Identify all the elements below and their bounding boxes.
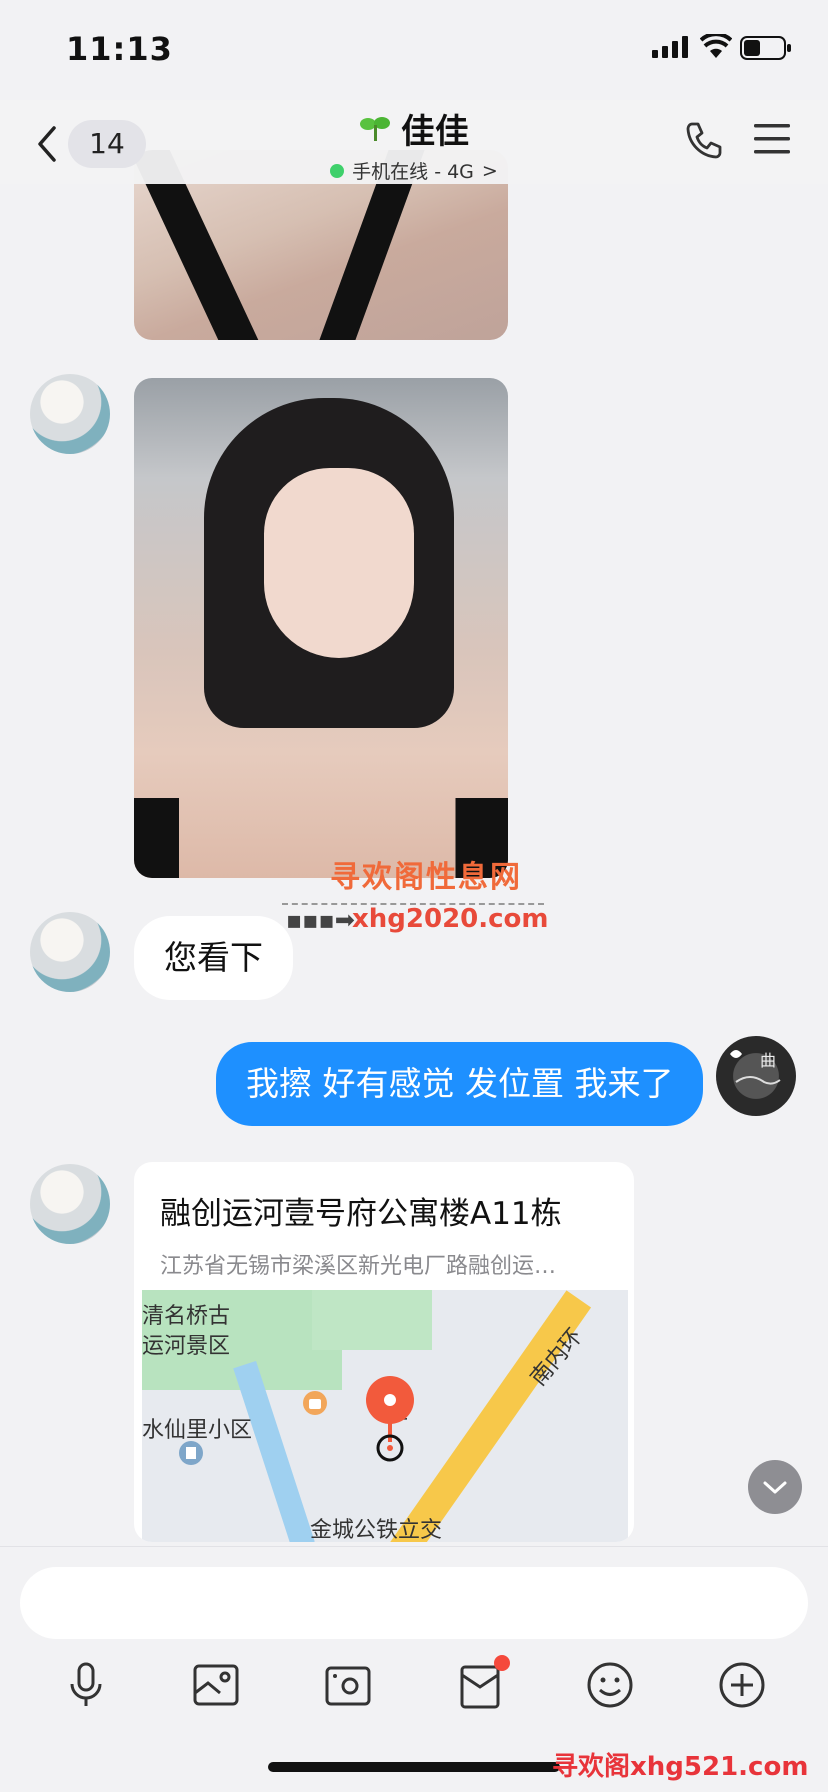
message-input[interactable] xyxy=(20,1567,808,1639)
map-label: 金城公铁立交 xyxy=(310,1518,443,1542)
map-pin-icon xyxy=(366,1376,414,1462)
contact-name: 佳佳 xyxy=(401,112,469,152)
camera-icon xyxy=(325,1666,371,1706)
contact-avatar[interactable] xyxy=(30,374,110,454)
my-avatar[interactable]: 曲 xyxy=(716,1036,796,1116)
shop-icon xyxy=(303,1391,327,1415)
battery-icon xyxy=(740,36,791,60)
wifi-icon xyxy=(700,34,732,58)
notification-dot xyxy=(494,1655,510,1671)
map-label: 运河景区 xyxy=(142,1334,231,1359)
chat-title[interactable]: 佳佳 手机在线 - 4G > xyxy=(250,104,578,184)
message-bubble-incoming[interactable]: 您看下 xyxy=(134,916,293,1000)
back-button[interactable]: 14 xyxy=(30,120,146,170)
chevron-right-icon: > xyxy=(481,159,498,182)
watermark-url: xhg2020.com xyxy=(352,904,549,934)
more-button[interactable] xyxy=(712,1655,772,1715)
arrow-right-icon: ▪▪▪➡ xyxy=(286,906,355,934)
unread-count-badge: 14 xyxy=(68,120,146,168)
watermark-title: 寻欢阁性息网 xyxy=(330,860,522,895)
emoji-icon xyxy=(587,1662,633,1708)
status-time: 11:13 xyxy=(66,30,173,68)
microphone-icon xyxy=(70,1662,102,1706)
signal-icon xyxy=(652,36,688,58)
building-icon xyxy=(179,1441,203,1465)
red-packet-button[interactable] xyxy=(450,1655,510,1715)
chevron-down-icon xyxy=(763,1481,787,1494)
emoji-button[interactable] xyxy=(580,1655,640,1715)
photo-album-button[interactable] xyxy=(186,1655,246,1715)
chevron-left-icon xyxy=(38,126,56,162)
avatar-art-icon: 曲 xyxy=(730,1050,781,1085)
presence-status[interactable]: 手机在线 - 4G > xyxy=(250,157,578,184)
scroll-to-bottom-button[interactable] xyxy=(748,1460,802,1514)
plus-icon xyxy=(719,1662,765,1708)
online-indicator xyxy=(330,163,345,178)
contact-avatar[interactable] xyxy=(30,1164,110,1244)
location-map[interactable]: 清名桥古 运河景区 水仙里小区 南内环 金城公铁立交 汇 xyxy=(142,1290,628,1542)
watermark-bottom: 寻欢阁xhg521.com xyxy=(552,1752,809,1782)
home-indicator[interactable] xyxy=(268,1762,560,1772)
svg-text:曲: 曲 xyxy=(760,1051,776,1070)
voice-button[interactable] xyxy=(56,1655,116,1715)
location-name: 融创运河壹号府公寓楼A11栋 xyxy=(160,1196,562,1232)
camera-button[interactable] xyxy=(318,1655,378,1715)
location-address: 江苏省无锡市梁溪区新光电厂路融创运… xyxy=(160,1254,557,1279)
image-icon xyxy=(193,1664,239,1706)
status-bar: 11:13 xyxy=(0,0,828,100)
message-image[interactable] xyxy=(134,378,508,878)
location-card[interactable]: 融创运河壹号府公寓楼A11栋 江苏省无锡市梁溪区新光电厂路融创运… 清名桥古 运… xyxy=(134,1162,634,1542)
phone-icon[interactable] xyxy=(684,120,724,160)
sprout-icon xyxy=(360,116,390,141)
message-bubble-outgoing[interactable]: 我擦 好有感觉 发位置 我来了 xyxy=(216,1042,704,1126)
presence-text: 手机在线 - 4G xyxy=(352,161,474,183)
contact-avatar[interactable] xyxy=(30,912,110,992)
chat-header: 14 佳佳 手机在线 - 4G > xyxy=(0,100,828,184)
menu-icon[interactable] xyxy=(752,122,792,156)
map-label: 清名桥古 xyxy=(142,1304,231,1329)
